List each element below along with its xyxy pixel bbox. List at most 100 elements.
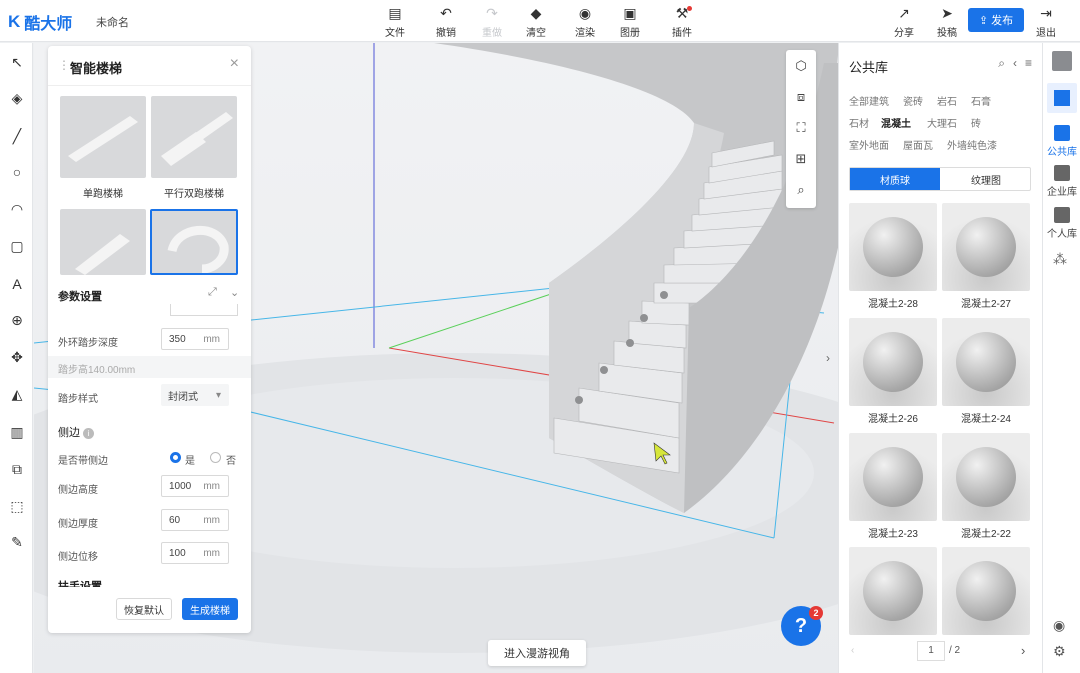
render-button[interactable]: ◉ 渲染: [563, 4, 607, 39]
expand-icon[interactable]: ⤢: [208, 286, 217, 299]
nav-enterprise-library[interactable]: 企业库: [1043, 165, 1080, 198]
zoom-selection-icon[interactable]: ⌕: [786, 174, 816, 205]
feedback-button[interactable]: ➤ 投稿: [925, 4, 969, 39]
drag-handle-icon[interactable]: ⋮: [58, 58, 70, 72]
category-item[interactable]: 大理石: [927, 115, 957, 130]
outer-step-depth-input[interactable]: 350 mm: [161, 328, 229, 350]
exit-button[interactable]: ⇥ 退出: [1024, 4, 1068, 39]
smart-stair-panel: ⋮ 智能楼梯 × 单跑楼梯 平行双跑楼梯 参数设置 ⤢ ⌄ 外环踏步深度 350…: [48, 46, 251, 633]
select-tool-icon[interactable]: ↖: [6, 51, 28, 73]
share-button[interactable]: ↗ 分享: [882, 4, 926, 39]
concrete-sphere: [863, 447, 923, 507]
close-icon[interactable]: ×: [230, 55, 239, 73]
nav-personal-library[interactable]: 个人库: [1043, 207, 1080, 240]
copy-tool-icon[interactable]: ⧉: [6, 458, 28, 480]
side-yes-radio[interactable]: [170, 452, 181, 463]
stair-type-parallel[interactable]: [151, 96, 237, 178]
material-tile[interactable]: [942, 318, 1030, 406]
file-button[interactable]: ▤ 文件: [373, 4, 417, 39]
list-icon[interactable]: ≡: [1025, 56, 1032, 71]
help-button[interactable]: ? 2: [781, 606, 823, 646]
document-name[interactable]: 未命名: [96, 14, 129, 30]
zoom-extents-icon[interactable]: ⛶: [786, 112, 816, 143]
redo-icon: ↷: [486, 5, 498, 21]
tab-texture-map[interactable]: 纹理图: [941, 168, 1031, 190]
pagination: ‹ 1 / 2 ›: [839, 641, 1043, 665]
side-thickness-input[interactable]: 60 mm: [161, 509, 229, 531]
material-tile[interactable]: [942, 203, 1030, 291]
search-icon[interactable]: ⌕: [998, 56, 1005, 71]
step-style-select[interactable]: 封闭式 ▾: [161, 384, 229, 406]
panel-header: ⋮ 智能楼梯 ×: [48, 46, 251, 86]
expand-right-icon[interactable]: ›: [826, 351, 830, 365]
next-page-icon[interactable]: ›: [1021, 643, 1025, 658]
box-tool-icon[interactable]: ▢: [6, 235, 28, 257]
thumbnail-icon[interactable]: [1052, 51, 1072, 71]
material-tile[interactable]: [849, 433, 937, 521]
material-tile[interactable]: [849, 203, 937, 291]
left-toolbar: ↖ ◈ ╱ ○ ◠ ▢ A ⊕ ✥ ◭ ▥ ⧉ ⬚ ✎: [0, 43, 33, 673]
side-no-radio[interactable]: [210, 452, 221, 463]
right-side-nav: 公共库 企业库 个人库 ⁂ ◉ ⚙: [1042, 43, 1080, 673]
material-tile[interactable]: [849, 318, 937, 406]
components-icon[interactable]: ⁂: [1053, 251, 1067, 268]
category-item[interactable]: 室外地面: [849, 137, 889, 152]
arc-tool-icon[interactable]: ◠: [6, 198, 28, 220]
prev-page-icon[interactable]: ‹: [851, 645, 854, 656]
category-item[interactable]: 瓷砖: [903, 93, 923, 108]
category-item[interactable]: 屋面瓦: [903, 137, 933, 152]
stair-type-single[interactable]: [60, 96, 146, 178]
stair-type-spiral[interactable]: [150, 209, 238, 275]
grid-view-icon[interactable]: [1047, 83, 1077, 113]
material-tile[interactable]: [849, 547, 937, 635]
category-item[interactable]: 石膏: [971, 93, 991, 108]
eye-icon[interactable]: ◉: [1053, 617, 1065, 634]
category-item[interactable]: 岩石: [937, 93, 957, 108]
category-item[interactable]: 全部建筑: [849, 93, 889, 108]
category-item[interactable]: 砖: [971, 115, 981, 130]
user-icon: [1054, 207, 1070, 223]
nav-public-library[interactable]: 公共库: [1043, 125, 1080, 158]
material-label: 混凝土2-27: [960, 299, 1011, 310]
plugin-button[interactable]: ⚒ 插件: [660, 4, 704, 39]
zoom-window-icon[interactable]: ⊞: [786, 143, 816, 174]
reset-button[interactable]: 恢复默认: [116, 598, 172, 620]
mirror-tool-icon[interactable]: ◭: [6, 383, 28, 405]
paint-bucket-icon[interactable]: ◈: [6, 87, 28, 109]
album-button[interactable]: ▣ 图册: [608, 4, 652, 39]
side-height-input[interactable]: 1000 mm: [161, 475, 229, 497]
chevron-left-icon[interactable]: ‹: [1013, 56, 1017, 71]
chevron-down-icon[interactable]: ⌄: [230, 286, 239, 299]
clear-button[interactable]: ◆ 清空: [514, 4, 558, 39]
material-tile[interactable]: [942, 547, 1030, 635]
circle-tool-icon[interactable]: ○: [6, 161, 28, 183]
stair-type-lshape[interactable]: [60, 209, 146, 275]
measure-tool-icon[interactable]: ✎: [6, 531, 28, 553]
move-tool-icon[interactable]: ✥: [6, 346, 28, 368]
line-tool-icon[interactable]: ╱: [6, 125, 28, 147]
group-tool-icon[interactable]: ⬚: [6, 495, 28, 517]
category-item[interactable]: 外墙纯色漆: [947, 137, 997, 152]
text-tool-icon[interactable]: A: [6, 273, 28, 295]
publish-button[interactable]: ⇪ 发布: [968, 8, 1024, 32]
info-icon[interactable]: i: [83, 428, 95, 439]
roam-view-button[interactable]: 进入漫游视角: [488, 640, 586, 666]
tab-material-ball[interactable]: 材质球: [850, 168, 940, 190]
align-tool-icon[interactable]: ▥: [6, 421, 28, 443]
side-offset-input[interactable]: 100 mm: [161, 542, 229, 564]
stair-type-label: 单跑楼梯: [83, 189, 123, 200]
settings-icon[interactable]: ⚙: [1053, 643, 1066, 660]
redo-button[interactable]: ↷ 重做: [470, 4, 514, 39]
material-tile[interactable]: [942, 433, 1030, 521]
app-logo[interactable]: K 酷大师: [8, 10, 72, 34]
page-input[interactable]: 1: [917, 641, 945, 661]
category-item[interactable]: 石材: [849, 115, 869, 130]
perspective-icon[interactable]: ⧈: [786, 81, 816, 112]
previous-input-field[interactable]: [170, 304, 238, 316]
push-pull-icon[interactable]: ⊕: [6, 309, 28, 331]
top-toolbar: K 酷大师 未命名 ▤ 文件 ↶ 撤销 ↷ 重做 ◆ 清空 ◉ 渲染 ▣ 图册 …: [0, 0, 1080, 42]
generate-stair-button[interactable]: 生成楼梯: [182, 598, 238, 620]
cube-view-icon[interactable]: ⬡: [786, 50, 816, 81]
undo-button[interactable]: ↶ 撤销: [424, 4, 468, 39]
category-item-active[interactable]: 混凝土: [881, 115, 911, 130]
